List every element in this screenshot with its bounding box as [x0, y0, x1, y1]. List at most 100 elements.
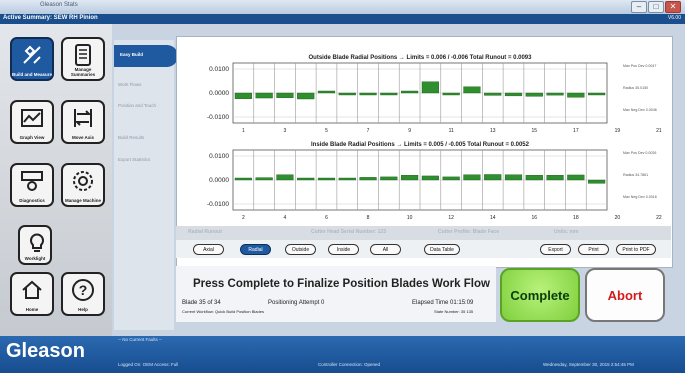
data-bar [255, 92, 273, 99]
x-tick-label: 19 [615, 128, 621, 134]
data-bar [525, 92, 543, 97]
abort-button[interactable]: Abort [585, 268, 665, 322]
data-bar [317, 177, 336, 181]
home-tile[interactable]: Home [10, 272, 54, 316]
window-titlebar: Gleason Stats – □ ✕ [0, 0, 685, 14]
data-bar [442, 176, 460, 181]
data-bar [297, 177, 315, 181]
fault-status: -- No Current Faults -- [118, 337, 163, 342]
x-tick-label: 6 [325, 215, 328, 221]
y-tick-label: 0.0000 [209, 177, 229, 184]
login-status: Logged On: OEM Access: Full [118, 362, 179, 367]
data-bar [442, 92, 460, 96]
build-measure-tile[interactable]: Build and Measure [10, 37, 54, 81]
chart-controls: Axial Radial Outside Inside All Data Tab… [176, 240, 671, 258]
x-tick-label: 3 [284, 128, 287, 134]
x-tick-label: 5 [325, 128, 328, 134]
x-tick-label: 8 [367, 215, 370, 221]
chart-title: Inside Blade Radial Positions → Limits =… [311, 142, 530, 148]
maximize-button[interactable]: □ [648, 1, 664, 13]
workflow-message: Press Complete to Finalize Position Blad… [193, 278, 490, 290]
svg-text:?: ? [79, 282, 88, 298]
data-bar [484, 92, 502, 96]
subnav-build-results[interactable]: Build Results [118, 135, 164, 141]
minimize-button[interactable]: – [631, 1, 647, 13]
lightbulb-icon [30, 233, 44, 252]
worklight-tile[interactable]: Worklight [18, 225, 52, 265]
current-workflow: Current Workflow: Quick Build Position B… [182, 309, 264, 314]
data-bar [338, 92, 356, 96]
subnav-export-statistics[interactable]: Export Statistics [118, 157, 164, 163]
x-tick-label: 12 [448, 215, 454, 221]
manage-summaries-tile[interactable]: Manage Summaries [61, 37, 105, 81]
all-button[interactable]: All [370, 244, 401, 255]
data-bar [401, 174, 419, 181]
move-axis-tile[interactable]: Move Axis [61, 100, 105, 144]
data-bar [380, 176, 398, 181]
version-label: V6.00 [667, 15, 681, 21]
data-bar [234, 92, 252, 99]
side-stat: Max Neg Dev 0.0016 [623, 195, 657, 199]
y-tick-label: 0.0100 [209, 153, 229, 160]
summary-title: Active Summary: SEW RH Pinion [3, 15, 98, 21]
print-button[interactable]: Print [578, 244, 609, 255]
axis-arrows-icon [74, 109, 92, 127]
data-bar [255, 177, 273, 181]
x-tick-label: 22 [656, 215, 662, 221]
x-tick-label: 1 [242, 128, 245, 134]
outside-button[interactable]: Outside [285, 244, 316, 255]
print-pdf-button[interactable]: Print to PDF [616, 244, 656, 255]
data-bar [463, 86, 481, 94]
info-band: Radial Runout Cutter Head Serial Number:… [176, 226, 671, 240]
data-bar [359, 177, 377, 181]
notebook-icon [75, 44, 91, 66]
x-tick-label: 13 [490, 128, 496, 134]
data-bar [297, 92, 315, 100]
y-tick-label: -0.0100 [207, 114, 229, 121]
export-button[interactable]: Export [540, 244, 571, 255]
workflow-panel: Press Complete to Finalize Position Blad… [176, 266, 496, 322]
side-stat: Radius 34.7861 [623, 173, 648, 177]
x-tick-label: 15 [531, 128, 537, 134]
help-tile[interactable]: ? Help [61, 272, 105, 316]
x-tick-label: 18 [573, 215, 579, 221]
data-bar [421, 175, 439, 181]
close-button[interactable]: ✕ [665, 1, 681, 13]
data-bar [338, 177, 356, 181]
side-stat: Max Pos Dev 0.0026 [623, 151, 656, 155]
axial-button[interactable]: Axial [193, 244, 224, 255]
inside-button[interactable]: Inside [328, 244, 359, 255]
data-bar [567, 92, 585, 98]
cutter-profile-label: Cutter Profile: Blade Face [438, 229, 500, 235]
gleason-logo: Gleason [6, 340, 85, 362]
datetime: Wednesday, September 30, 2015 2:54:45 PM [543, 362, 634, 367]
x-tick-label: 16 [531, 215, 537, 221]
help-icon: ? [72, 279, 94, 301]
subnav-easy-build[interactable]: Easy Build [114, 45, 178, 67]
side-stat: Max Neg Dev 0.0046 [623, 108, 657, 112]
home-icon [22, 280, 42, 299]
tile-label: Manage Machine [64, 198, 101, 203]
graph-view-tile[interactable]: Graph View [10, 100, 54, 144]
complete-button[interactable]: Complete [500, 268, 580, 322]
y-tick-label: 0.0000 [209, 90, 229, 97]
data-bar [588, 179, 606, 184]
radial-runout-label: Radial Runout [188, 229, 222, 235]
units-label: Units: mm [554, 229, 579, 235]
data-bar [504, 174, 523, 181]
blade-counter: Blade 35 of 34 [182, 300, 221, 306]
elapsed-time: Elapsed Time 01:15:09 [412, 300, 474, 306]
graph-icon [21, 109, 43, 127]
data-table-button[interactable]: Data Table [424, 244, 460, 255]
subnav-work-flows[interactable]: Work Flows [118, 82, 164, 88]
data-bar [567, 174, 585, 181]
status-bar: Gleason -- No Current Faults -- Logged O… [0, 336, 685, 373]
positioning-attempt: Positioning Attempt 0 [268, 300, 325, 306]
diagnostics-tile[interactable]: Diagnostics [10, 163, 54, 207]
radial-button[interactable]: Radial [240, 244, 271, 255]
tools-icon [23, 45, 41, 64]
tile-label: Manage Summaries [70, 67, 96, 77]
subnav-position-touch[interactable]: Position and Touch [118, 103, 164, 109]
manage-machine-tile[interactable]: Manage Machine [61, 163, 105, 207]
x-tick-label: 2 [242, 215, 245, 221]
